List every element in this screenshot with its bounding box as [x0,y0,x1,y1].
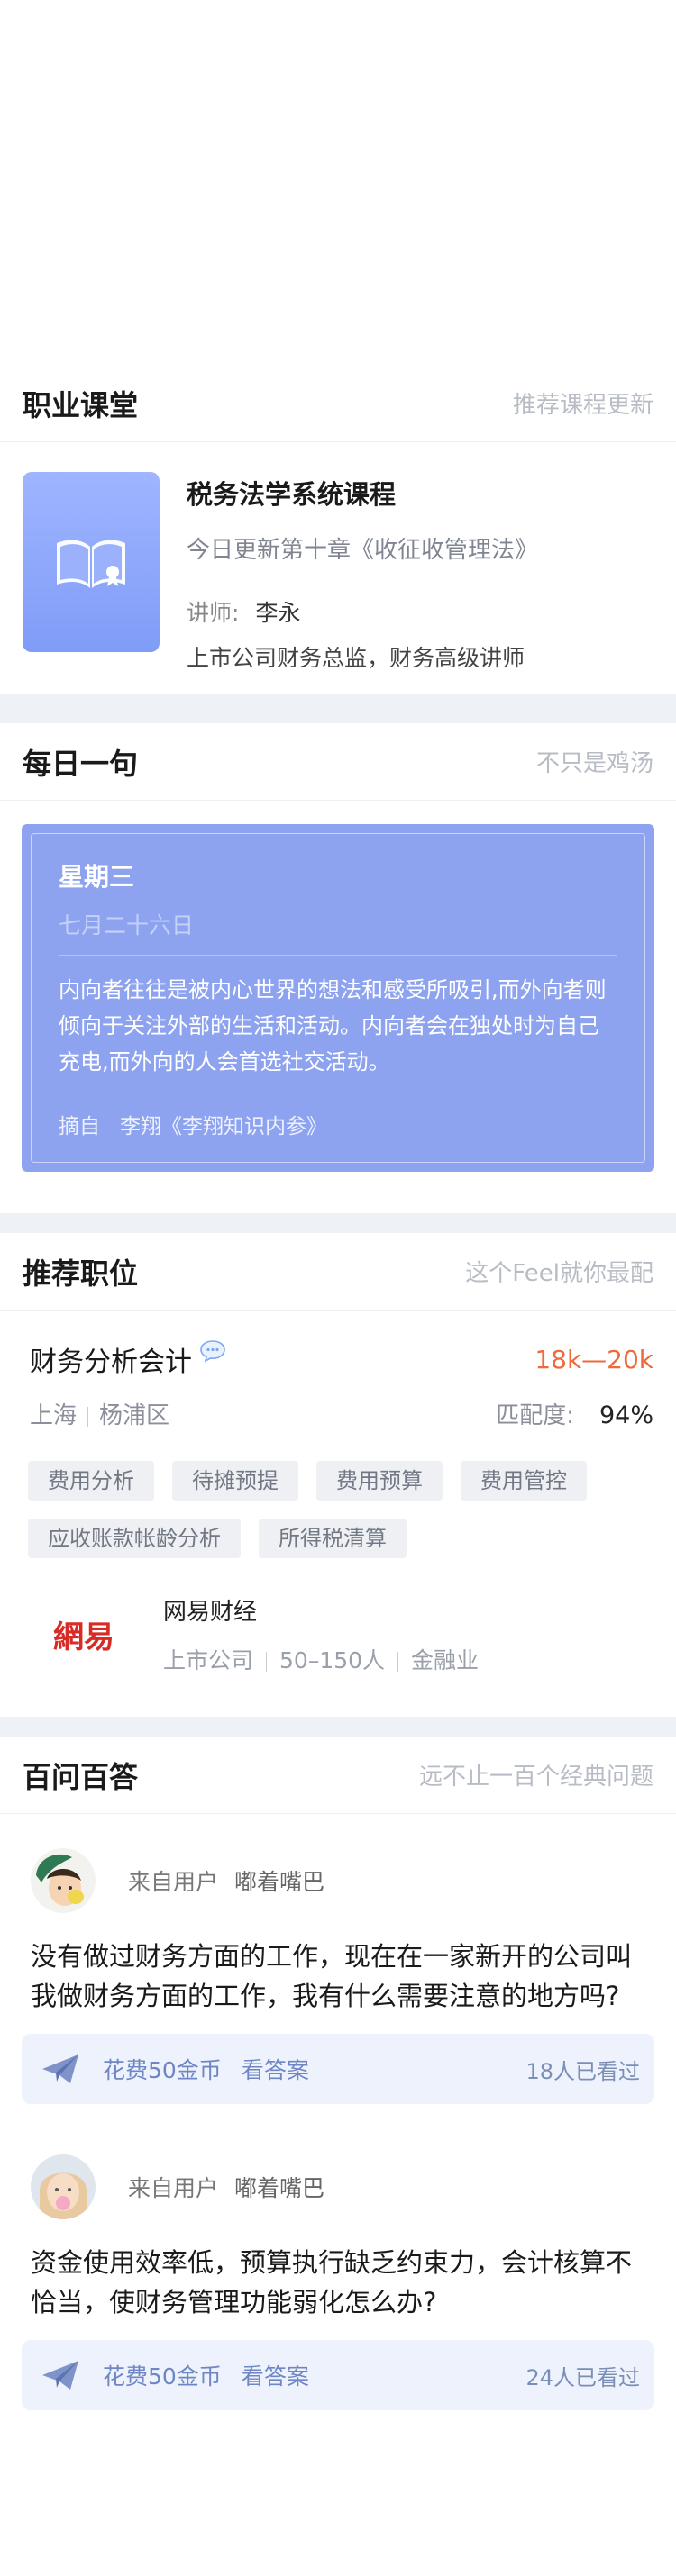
section-tagline: 这个Feel就你最配 [465,1260,653,1287]
company-name: 网易财经 [163,1598,258,1626]
job-tags: 费用分析 待摊预提 费用预算 费用管控 应收账款帐龄分析 所得税清算 [28,1461,653,1576]
match-value: 94% [598,1401,653,1429]
quote-card-inner: 星期三 七月二十六日 内向者往往是被内心世界的想法和感受所吸引,而外向者则倾向于… [31,833,645,1163]
company-industry: 金融业 [411,1646,480,1673]
qa-section-header: 百问百答 远不止一百个经典问题 [0,1737,676,1814]
location-separator [87,1406,89,1427]
course-info: 税务法学系统课程 今日更新第十章《收征收管理法》 讲师: 李永 上市公司财务总监，… [187,472,653,694]
quote-source: 摘自 李翔《李翔知识内参》 [59,1109,617,1139]
job-match: 匹配度: 94% [496,1397,653,1430]
section-tagline: 远不止一百个经典问题 [418,1764,653,1791]
qa-item: 来自用户 嘟着嘴巴 资金使用效率低，预算执行缺乏约束力，会计核算不恰当，使财务管理… [0,2104,676,2410]
job-card[interactable]: 财务分析会计 18k—20k 上海 杨浦区 匹配度: 94% 费用分析 待摊预提 费… [0,1311,676,1717]
course-update: 今日更新第十章《收征收管理法》 [187,537,539,564]
meta-separator [266,1651,268,1672]
section-more-link[interactable]: 推荐课程更新 [513,386,653,420]
match-label: 匹配度: [496,1402,574,1429]
teacher-description: 上市公司财务总监，财务高级讲师 [187,645,525,671]
job-tag: 待摊预提 [172,1461,298,1501]
job-section: 推荐职位 这个Feel就你最配 财务分析会计 18k—20k 上海 杨浦区 匹配度… [0,1233,676,1717]
quote-date: 七月二十六日 [59,912,195,939]
blank-header-area [0,0,676,365]
job-tag: 所得税清算 [259,1519,407,1558]
qa-user-text: 来自用户 嘟着嘴巴 [128,1864,324,1897]
quote-section: 每日一句 不只是鸡汤 星期三 七月二十六日 内向者往往是被内心世界的想法和感受所… [0,723,676,1213]
qa-question[interactable]: 资金使用效率低，预算执行缺乏约束力，会计核算不恰当，使财务管理功能弱化怎么办? [22,2243,654,2322]
paper-plane-icon [42,2361,78,2390]
job-tag: 费用预算 [316,1461,443,1501]
quote-text: 内向者往往是被内心世界的想法和感受所吸引,而外向者则倾向于关注外部的生活和活动。… [59,977,607,1075]
quote-weekday: 星期三 [59,862,135,892]
job-tag: 费用分析 [28,1461,154,1501]
course-card[interactable]: 税务法学系统课程 今日更新第十章《收征收管理法》 讲师: 李永 上市公司财务总监，… [0,442,676,694]
company-meta: 上市公司 50–150人 金融业 [163,1643,479,1675]
job-section-header: 推荐职位 这个Feel就你最配 [0,1233,676,1311]
teacher-name: 李永 [255,600,301,626]
qa-section: 百问百答 远不止一百个经典问题 来自用户 嘟着嘴巴 没有做过财务方面的工作，现在在… [0,1737,676,2410]
section-title: 百问百答 [23,1759,139,1794]
section-title: 推荐职位 [23,1256,139,1291]
qa-question[interactable]: 没有做过财务方面的工作，现在在一家新开的公司叫我做财务方面的工作，我有什么需要注… [22,1937,654,2016]
book-icon [57,540,125,588]
chat-bubble-icon[interactable] [199,1339,226,1363]
company-size: 50–150人 [279,1646,386,1673]
coin-cost: 花费50金币 [103,2057,222,2083]
job-district: 杨浦区 [99,1402,170,1429]
teacher-label: 讲师: [187,600,240,626]
see-answer-link[interactable]: 看答案 [242,2053,309,2085]
user-nickname[interactable]: 嘟着嘴巴 [234,1869,324,1895]
company-type: 上市公司 [163,1646,254,1673]
from-user-label: 来自用户 [128,2175,219,2201]
company-row[interactable]: 網易 网易财经 上市公司 50–150人 金融业 [30,1576,653,1717]
section-tagline: 不只是鸡汤 [535,750,653,777]
see-answer-bar[interactable]: 花费50金币 看答案 24人已看过 [22,2340,654,2410]
job-tag: 应收账款帐龄分析 [28,1519,241,1558]
job-title: 财务分析会计 [30,1347,192,1378]
section-title: 职业课堂 [23,387,139,422]
see-answer-bar[interactable]: 花费50金币 看答案 18人已看过 [22,2034,654,2104]
section-divider [0,694,676,723]
company-logo-text: 網易 [53,1619,114,1655]
course-teacher: 讲师: 李永 [187,595,653,628]
quote-card[interactable]: 星期三 七月二十六日 内向者往往是被内心世界的想法和感受所吸引,而外向者则倾向于… [22,824,654,1172]
viewed-count: 24人已看过 [525,2364,640,2390]
section-title: 每日一句 [23,746,139,781]
job-tag: 费用管控 [461,1461,587,1501]
meta-separator [397,1651,399,1672]
viewed-count: 18人已看过 [525,2058,640,2084]
job-title-wrap: 财务分析会计 [30,1339,226,1379]
avatar[interactable] [31,1848,96,1913]
qa-user: 来自用户 嘟着嘴巴 [22,2154,654,2219]
quote-source-name: 李翔《李翔知识内参》 [120,1115,327,1138]
company-logo: 網易 [30,1591,138,1677]
section-divider [0,1717,676,1737]
user-nickname[interactable]: 嘟着嘴巴 [234,2175,324,2201]
coin-cost: 花费50金币 [103,2363,222,2390]
course-name: 税务法学系统课程 [187,479,397,510]
section-divider [0,1213,676,1233]
quote-divider [59,955,617,956]
job-city: 上海 [30,1402,78,1429]
course-section: 职业课堂 推荐课程更新 税务法学系统课程 今日更新第十章《收征收管理法》 讲师:… [0,365,676,694]
qa-user-text: 来自用户 嘟着嘴巴 [128,2171,324,2203]
see-answer-link[interactable]: 看答案 [242,2359,309,2391]
quote-source-label: 摘自 [59,1115,100,1138]
qa-user: 来自用户 嘟着嘴巴 [22,1848,654,1913]
course-cover [23,472,160,652]
quote-section-header: 每日一句 不只是鸡汤 [0,723,676,801]
avatar[interactable] [31,2154,96,2219]
qa-item: 来自用户 嘟着嘴巴 没有做过财务方面的工作，现在在一家新开的公司叫我做财务方面的工… [0,1814,676,2104]
job-salary: 18k—20k [534,1344,653,1374]
paper-plane-icon [42,2054,78,2083]
from-user-label: 来自用户 [128,1869,219,1895]
job-location: 上海 杨浦区 [30,1397,169,1430]
company-info: 网易财经 上市公司 50–150人 金融业 [163,1593,479,1675]
course-section-header: 职业课堂 推荐课程更新 [0,365,676,442]
